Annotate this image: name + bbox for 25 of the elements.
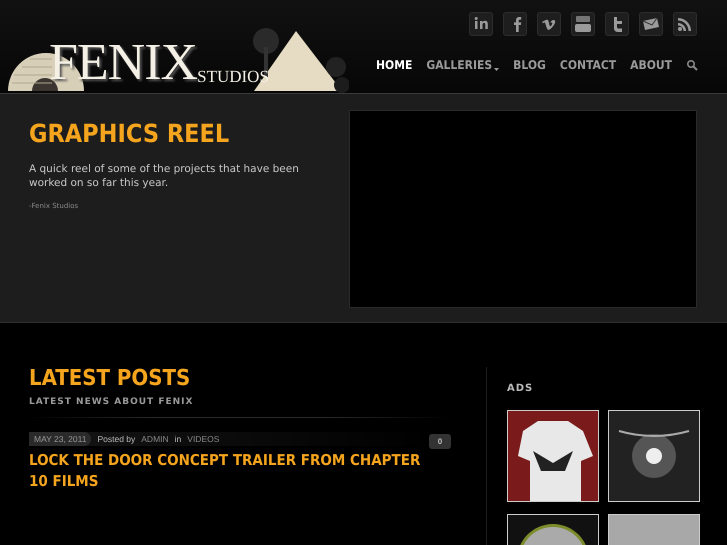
- linkedin-icon[interactable]: [469, 12, 493, 36]
- mail-icon[interactable]: [639, 12, 663, 36]
- feature-description: A quick reel of some of the projects that have been worked on so far this year.: [29, 162, 300, 190]
- comment-count[interactable]: 0: [429, 434, 451, 449]
- rss-icon[interactable]: [673, 12, 697, 36]
- twitter-icon[interactable]: [605, 12, 629, 36]
- search-icon[interactable]: [686, 59, 698, 71]
- section-subtitle: LATEST NEWS ABOUT FENIX: [29, 397, 194, 407]
- section-title: LATEST POSTS: [29, 367, 192, 391]
- facebook-icon[interactable]: [503, 12, 527, 36]
- logo-subtitle: STUDIOS: [197, 67, 269, 87]
- post-title[interactable]: LOCK THE DOOR CONCEPT TRAILER FROM CHAPTER 10 FILMS: [29, 450, 425, 492]
- author-link[interactable]: ADMIN: [141, 434, 169, 444]
- nav-link[interactable]: GALLERIES: [426, 58, 500, 72]
- feature-title: GRAPHICS REEL: [29, 119, 230, 148]
- nav-link[interactable]: BLOG: [513, 58, 546, 72]
- posted-by-label: Posted by: [97, 434, 136, 444]
- sidebar-title: ADS: [507, 383, 534, 394]
- in-label: in: [174, 434, 182, 444]
- category-link[interactable]: VIDEOS: [187, 434, 220, 444]
- nav-link[interactable]: CONTACT: [560, 58, 616, 72]
- post-date: MAY 23, 2011: [29, 432, 92, 446]
- vimeo-icon[interactable]: [537, 12, 561, 36]
- nav-link[interactable]: ABOUT: [630, 58, 672, 72]
- nav-link[interactable]: HOME: [376, 58, 412, 72]
